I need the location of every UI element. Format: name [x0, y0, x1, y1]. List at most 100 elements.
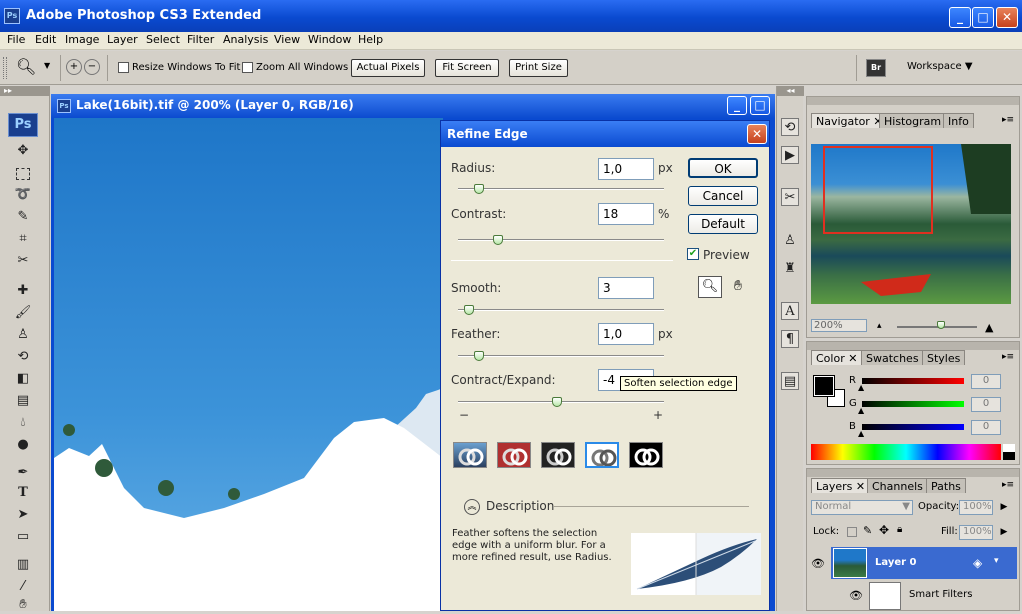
quick-mask-preview-icon[interactable] — [497, 442, 531, 468]
slice-tool-icon[interactable]: ✂ — [14, 252, 32, 270]
tab-paths[interactable]: Paths — [926, 478, 966, 493]
tool-preset-dropdown-icon[interactable]: ▼ — [44, 61, 50, 70]
opacity-arrow-icon[interactable]: ▶ — [996, 499, 1012, 515]
layer-comps-icon[interactable]: ▤ — [781, 372, 799, 390]
tab-histogram[interactable]: Histogram — [879, 113, 947, 128]
fit-screen-button[interactable]: Fit Screen — [435, 59, 499, 77]
on-white-preview-icon[interactable] — [585, 442, 619, 468]
layer-row-smart-filters[interactable]: 👁︎ Smart Filters — [809, 579, 1017, 611]
view-box[interactable] — [823, 146, 933, 234]
shape-tool-icon[interactable]: ▭ — [14, 528, 32, 546]
doc-minimize-button[interactable]: _ — [727, 96, 747, 115]
foreground-color-swatch[interactable] — [813, 375, 835, 397]
actual-pixels-button[interactable]: Actual Pixels — [351, 59, 425, 77]
menu-edit[interactable]: Edit — [35, 33, 56, 46]
zoom-tool-icon[interactable]: 🔍︎ — [16, 57, 36, 76]
description-toggle-icon[interactable]: ︽ — [464, 499, 480, 515]
contract-expand-slider[interactable] — [458, 397, 664, 407]
maximize-button[interactable]: □ — [972, 7, 994, 28]
menu-file[interactable]: File — [7, 33, 25, 46]
tool-presets-icon[interactable]: ✂ — [781, 188, 799, 206]
red-slider[interactable]: ▲ — [858, 378, 964, 392]
lock-all-icon[interactable]: 🔒︎ — [897, 524, 902, 535]
smart-filters-eye-icon[interactable]: 👁︎ — [849, 589, 863, 602]
healing-brush-icon[interactable]: ✚ — [14, 282, 32, 300]
dialog-close-button[interactable]: ✕ — [747, 124, 767, 144]
green-slider[interactable]: ▲ — [858, 401, 964, 415]
smooth-field[interactable]: 3 — [598, 277, 654, 299]
close-button[interactable]: ✕ — [996, 7, 1018, 28]
menu-window[interactable]: Window — [308, 33, 351, 46]
type-tool-icon[interactable]: T — [14, 484, 32, 502]
smooth-slider[interactable] — [458, 305, 664, 315]
black-white-ramp[interactable] — [1003, 444, 1015, 460]
image-canvas[interactable] — [54, 118, 443, 611]
history-panel-icon[interactable]: ⟲ — [781, 118, 799, 136]
notes-tool-icon[interactable]: ▥ — [14, 556, 32, 574]
hand-tool-icon[interactable]: ✋︎ — [14, 596, 32, 614]
panel-menu-icon[interactable]: ▸≡ — [1002, 480, 1014, 490]
history-brush-icon[interactable]: ⟲ — [14, 348, 32, 366]
brushes-panel-icon[interactable]: ♜ — [781, 260, 799, 278]
tab-layers[interactable]: Layers ✕ — [811, 478, 871, 493]
tab-channels[interactable]: Channels — [867, 478, 928, 493]
tab-navigator[interactable]: Navigator ✕ — [811, 113, 888, 128]
green-slider-thumb[interactable]: ▲ — [858, 406, 864, 415]
lock-position-icon[interactable]: ✥ — [879, 523, 889, 537]
clone-source-icon[interactable]: ♙ — [781, 232, 799, 250]
visibility-eye-icon[interactable]: 👁︎ — [811, 557, 825, 570]
move-tool-icon[interactable]: ✥ — [14, 142, 32, 160]
red-slider-thumb[interactable]: ▲ — [858, 383, 864, 392]
menu-image[interactable]: Image — [65, 33, 99, 46]
zoom-out-icon[interactable]: ▴ — [877, 321, 882, 331]
lasso-tool-icon[interactable]: ➰ — [14, 186, 32, 204]
contrast-field[interactable]: 18 — [598, 203, 654, 225]
crop-tool-icon[interactable]: ⌗ — [14, 230, 32, 248]
quick-selection-tool-icon[interactable]: ✎ — [14, 208, 32, 226]
red-value-field[interactable]: 0 — [971, 374, 1001, 389]
feather-slider-thumb[interactable] — [473, 351, 484, 361]
mask-preview-icon[interactable] — [629, 442, 663, 468]
blend-mode-select[interactable]: Normal ▼ — [811, 500, 913, 515]
blue-slider-thumb[interactable]: ▲ — [858, 429, 864, 438]
preview-checkbox[interactable]: ✔ — [687, 248, 699, 260]
clone-stamp-icon[interactable]: ♙ — [14, 326, 32, 344]
actions-panel-icon[interactable]: ▶ — [781, 146, 799, 164]
default-button[interactable]: Default — [688, 214, 758, 234]
standard-preview-icon[interactable] — [453, 442, 487, 468]
resize-windows-checkbox[interactable] — [118, 62, 129, 73]
zoom-all-windows-checkbox[interactable] — [242, 62, 253, 73]
zoom-tool-icon[interactable]: 🔍︎ — [698, 276, 722, 298]
tab-swatches[interactable]: Swatches — [861, 350, 924, 365]
zoom-out-icon[interactable]: − — [84, 59, 100, 75]
on-black-preview-icon[interactable] — [541, 442, 575, 468]
menu-help[interactable]: Help — [358, 33, 383, 46]
feather-field[interactable]: 1,0 — [598, 323, 654, 345]
layer-name[interactable]: Layer 0 — [875, 557, 916, 568]
tab-info[interactable]: Info — [943, 113, 974, 128]
bridge-icon[interactable]: Br — [866, 59, 886, 77]
smooth-slider-thumb[interactable] — [463, 305, 474, 315]
opacity-field[interactable]: 100% — [959, 500, 993, 515]
fill-arrow-icon[interactable]: ▶ — [996, 524, 1012, 540]
blur-tool-icon[interactable]: 💧︎ — [14, 414, 32, 432]
pen-tool-icon[interactable]: ✒ — [14, 464, 32, 482]
toolbox-collapse-icon[interactable]: ▸▸ — [0, 86, 50, 96]
menu-filter[interactable]: Filter — [187, 33, 214, 46]
document-title-bar[interactable]: Ps Lake(16bit).tif @ 200% (Layer 0, RGB/… — [51, 94, 775, 118]
lock-transparent-icon[interactable] — [847, 527, 857, 537]
cancel-button[interactable]: Cancel — [688, 186, 758, 206]
ok-button[interactable]: OK — [688, 158, 758, 178]
panel-menu-icon[interactable]: ▸≡ — [1002, 352, 1014, 362]
dialog-title-bar[interactable]: Refine Edge ✕ — [441, 121, 769, 147]
zoom-slider-thumb[interactable] — [937, 321, 945, 329]
zoom-field[interactable]: 200% — [811, 319, 867, 332]
radius-slider[interactable] — [458, 184, 664, 194]
blue-value-field[interactable]: 0 — [971, 420, 1001, 435]
zoom-slider[interactable] — [897, 321, 977, 329]
doc-maximize-button[interactable]: □ — [750, 96, 770, 115]
gradient-tool-icon[interactable]: ▤ — [14, 392, 32, 410]
contrast-slider[interactable] — [458, 235, 664, 245]
radius-slider-thumb[interactable] — [473, 184, 484, 194]
fill-field[interactable]: 100% — [959, 525, 993, 540]
